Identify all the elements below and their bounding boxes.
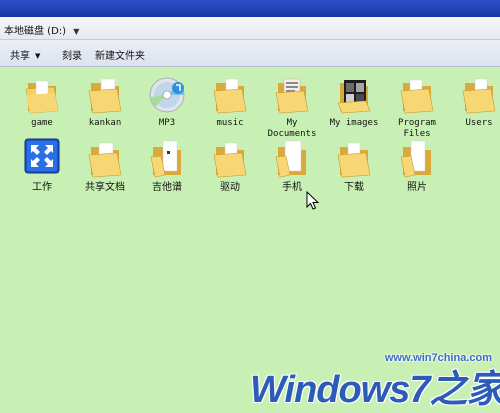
address-breadcrumb[interactable]: 本地磁盘 (D:) ▼ [4, 22, 79, 37]
file-item-downloads[interactable]: 下载 [323, 137, 385, 193]
app-shortcut-icon [22, 137, 62, 179]
window-title-bar [0, 0, 500, 17]
folder-icon [210, 137, 250, 179]
burn-label: 刻录 [62, 51, 82, 62]
item-label: 共享文档 [85, 182, 125, 193]
folder-icon [397, 137, 437, 179]
share-button[interactable]: 共享 ▼ [10, 47, 40, 62]
folder-icon [459, 73, 499, 115]
item-label: game [31, 118, 53, 128]
item-label: 工作 [32, 182, 52, 193]
burn-button[interactable]: 刻录 [62, 47, 82, 62]
item-label: 下载 [344, 182, 364, 193]
folder-icon [85, 73, 125, 115]
folder-icon [210, 73, 250, 115]
cd-folder-icon [147, 73, 187, 115]
file-item-my-images[interactable]: My images [323, 73, 385, 129]
folder-icon [22, 73, 62, 115]
watermark-brand: Windows7之家 [250, 369, 500, 411]
file-item-photos[interactable]: 照片 [386, 137, 448, 193]
caret-down-icon: ▼ [35, 52, 41, 60]
folder-icon [147, 137, 187, 179]
command-toolbar: 共享 ▼ 刻录 新建文件夹 [0, 40, 500, 67]
item-label: 照片 [407, 182, 427, 193]
item-label: My images [329, 118, 379, 128]
file-item-kankan[interactable]: kankan [74, 73, 136, 129]
address-bar[interactable]: 本地磁盘 (D:) ▼ [0, 17, 500, 40]
item-label: 吉他谱 [152, 182, 182, 193]
address-path: 本地磁盘 (D:) [4, 26, 67, 37]
mouse-pointer-icon [306, 191, 320, 210]
item-label: 驱动 [220, 182, 240, 193]
item-label: music [216, 118, 244, 128]
item-label: Users [465, 118, 493, 128]
photo-folder-icon [334, 73, 374, 115]
file-item-drivers[interactable]: 驱动 [199, 137, 261, 193]
folder-icon [85, 137, 125, 179]
file-item-users[interactable]: Users [448, 73, 500, 129]
share-label: 共享 [10, 51, 30, 62]
item-label: kankan [88, 118, 122, 128]
file-item-phone[interactable]: 手机 [261, 137, 323, 193]
file-item-shared-docs[interactable]: 共享文档 [74, 137, 136, 193]
file-item-music[interactable]: music [199, 73, 261, 129]
file-item-work[interactable]: 工作 [11, 137, 73, 193]
item-label: MP3 [158, 118, 176, 128]
file-item-program-files[interactable]: Program Files [386, 73, 448, 140]
site-watermark: www.win7china.com Windows7之家 [250, 352, 500, 411]
file-item-mp3[interactable]: MP3 [136, 73, 198, 129]
folder-icon [334, 137, 374, 179]
folder-icon [272, 73, 312, 115]
new-folder-label: 新建文件夹 [95, 51, 145, 62]
new-folder-button[interactable]: 新建文件夹 [95, 47, 145, 62]
file-item-guitar-tabs[interactable]: 吉他谱 [136, 137, 198, 193]
folder-icon [397, 73, 437, 115]
file-item-my-documents[interactable]: My Documents [261, 73, 323, 140]
chevron-down-icon[interactable]: ▼ [73, 27, 79, 36]
folder-icon [272, 137, 312, 179]
file-item-game[interactable]: game [11, 73, 73, 129]
